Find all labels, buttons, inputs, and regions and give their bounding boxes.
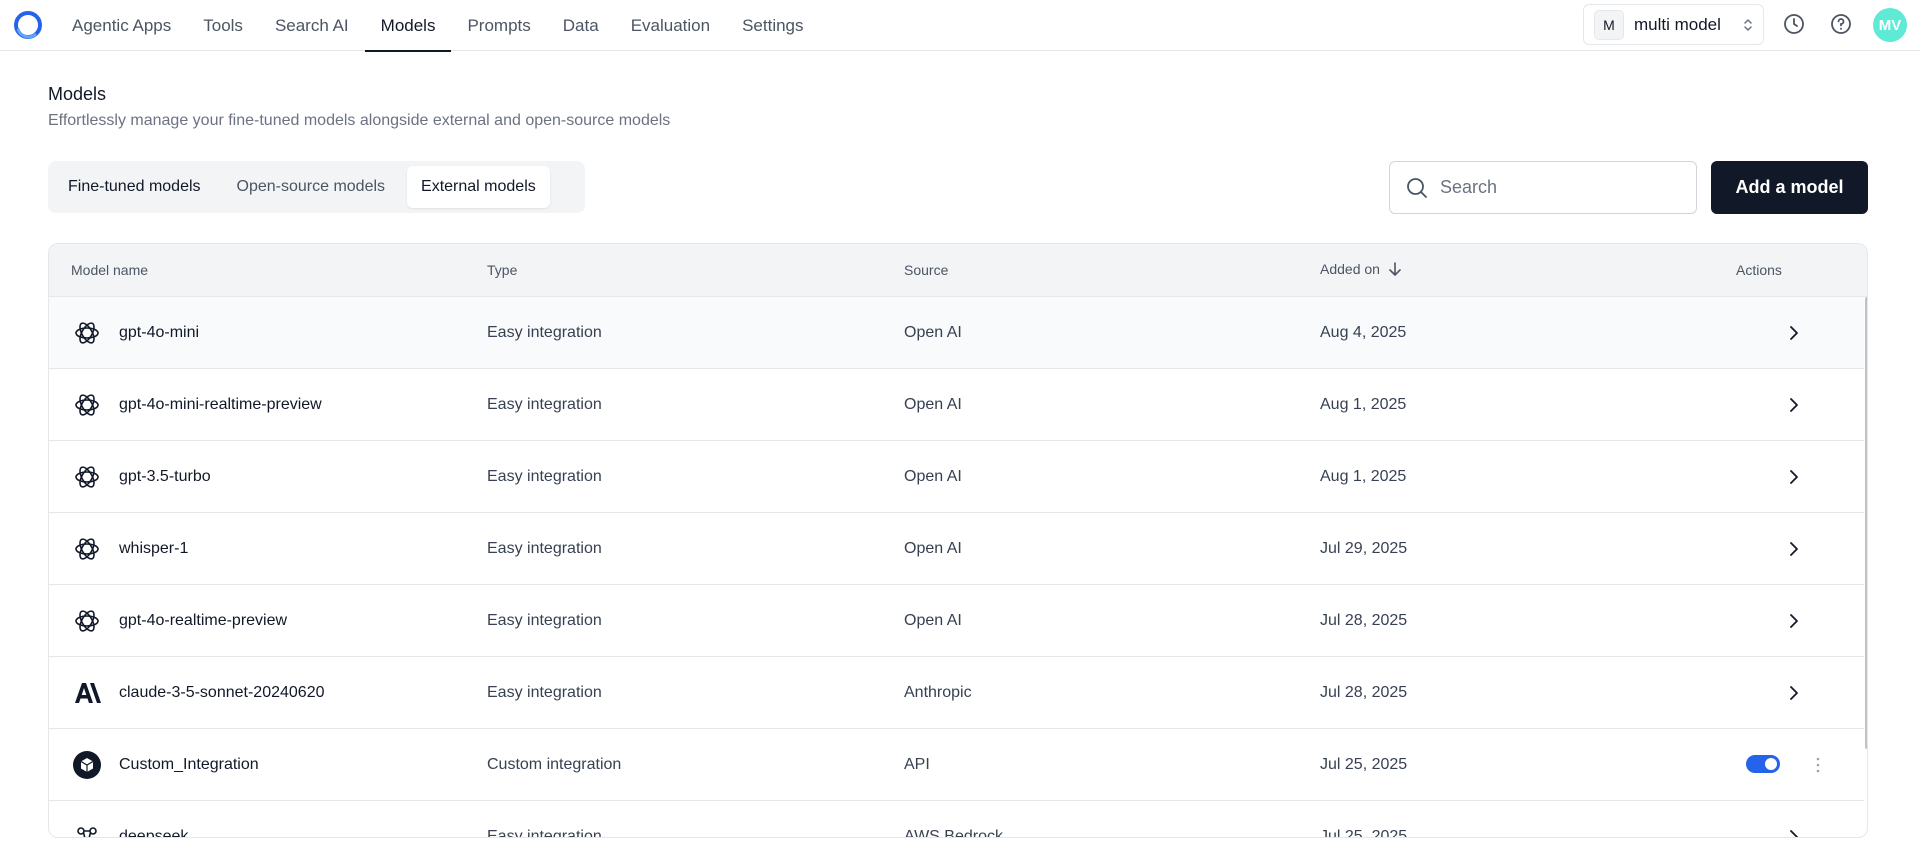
chevron-right-icon[interactable] <box>1784 611 1804 631</box>
tab-external-models[interactable]: External models <box>407 166 550 208</box>
source-cell: Open AI <box>904 468 962 485</box>
custom-api-icon <box>73 751 101 779</box>
header-source: Source <box>904 262 949 278</box>
table-body: gpt-4o-mini Easy integration Open AI Aug 4,… <box>49 297 1864 838</box>
model-name-cell[interactable]: gpt-4o-mini <box>119 297 199 369</box>
source-cell: Open AI <box>904 396 962 413</box>
model-name-cell[interactable]: gpt-4o-realtime-preview <box>119 585 287 657</box>
search-box[interactable] <box>1389 161 1697 214</box>
enable-toggle[interactable] <box>1746 755 1780 773</box>
workspace-badge: M <box>1594 9 1624 40</box>
openai-icon <box>75 394 99 416</box>
header-added-on-label: Added on <box>1320 261 1380 277</box>
type-cell: Easy integration <box>487 612 602 629</box>
more-options-icon[interactable] <box>1808 755 1828 775</box>
source-cell: Open AI <box>904 612 962 629</box>
type-cell: Easy integration <box>487 684 602 701</box>
header-model-name: Model name <box>71 262 149 278</box>
sort-arrow-down-icon <box>1389 262 1401 276</box>
search-icon <box>1407 177 1427 198</box>
chevron-right-icon[interactable] <box>1784 683 1804 703</box>
model-type-tabs: Fine-tuned models Open-source models Ext… <box>48 161 585 213</box>
nav-item-agentic-apps[interactable]: Agentic Apps <box>56 0 187 51</box>
table-row[interactable]: Custom_Integration Custom integration API J… <box>49 729 1864 801</box>
table-row[interactable]: whisper-1 Easy integration Open AI Jul 29, … <box>49 513 1864 585</box>
source-cell: Open AI <box>904 540 962 557</box>
nav-item-prompts[interactable]: Prompts <box>451 0 546 51</box>
chevron-right-icon[interactable] <box>1784 467 1804 487</box>
nav-item-models[interactable]: Models <box>364 0 452 52</box>
source-cell: AWS Bedrock <box>904 828 1003 838</box>
main-nav: Agentic Apps Tools Search AI Models Prom… <box>56 0 820 52</box>
models-table: Model name Type Source Added on Actions … <box>48 243 1868 838</box>
table-row[interactable]: claude-3-5-sonnet-20240620 Easy integrati… <box>49 657 1864 729</box>
app-logo-icon[interactable] <box>14 11 42 39</box>
type-cell: Custom integration <box>487 756 622 773</box>
added-on-cell: Jul 28, 2025 <box>1320 684 1408 701</box>
table-row[interactable]: gpt-4o-mini Easy integration Open AI Aug 4,… <box>49 297 1864 369</box>
added-on-cell: Aug 1, 2025 <box>1320 468 1407 485</box>
chevron-right-icon[interactable] <box>1784 323 1804 343</box>
header-added-on[interactable]: Added on <box>1320 261 1402 277</box>
add-model-button[interactable]: Add a model <box>1711 161 1868 214</box>
model-name-cell[interactable]: whisper-1 <box>119 513 188 585</box>
top-nav-bar: Agentic Apps Tools Search AI Models Prom… <box>0 0 1920 52</box>
chevron-up-down-icon <box>1744 18 1752 31</box>
chevron-right-icon[interactable] <box>1784 827 1804 838</box>
added-on-cell: Aug 4, 2025 <box>1320 324 1407 341</box>
model-name-cell[interactable]: gpt-4o-mini-realtime-preview <box>119 369 322 441</box>
tab-open-source-models[interactable]: Open-source models <box>223 166 400 208</box>
page-subtitle: Effortlessly manage your fine-tuned mode… <box>48 112 671 129</box>
added-on-cell: Aug 1, 2025 <box>1320 396 1407 413</box>
added-on-cell: Jul 25, 2025 <box>1320 756 1408 773</box>
source-cell: API <box>904 756 930 773</box>
search-input[interactable] <box>1440 177 1680 198</box>
nav-item-evaluation[interactable]: Evaluation <box>615 0 726 51</box>
table-row[interactable]: gpt-3.5-turbo Easy integration Open AI Aug … <box>49 441 1864 513</box>
added-on-cell: Jul 29, 2025 <box>1320 540 1408 557</box>
chevron-right-icon[interactable] <box>1784 539 1804 559</box>
help-icon[interactable] <box>1829 12 1853 36</box>
openai-icon <box>75 610 99 632</box>
model-name-cell[interactable]: Custom_Integration <box>119 729 259 801</box>
page-title: Models <box>48 84 107 104</box>
aws-bedrock-icon <box>77 827 97 837</box>
history-clock-icon[interactable] <box>1782 12 1806 36</box>
table-row[interactable]: deepseek Easy integration AWS Bedrock Jul 2… <box>49 801 1864 838</box>
source-cell: Open AI <box>904 324 962 341</box>
table-scrollbar[interactable] <box>1864 297 1867 837</box>
model-name-cell[interactable]: deepseek <box>119 801 188 837</box>
type-cell: Easy integration <box>487 396 602 413</box>
table-row[interactable]: gpt-4o-realtime-preview Easy integration O… <box>49 585 1864 657</box>
openai-icon <box>75 322 99 344</box>
workspace-name: multi model <box>1634 14 1721 34</box>
openai-icon <box>75 538 99 560</box>
header-actions: Actions <box>1736 262 1782 278</box>
table-header: Model name Type Source Added on Actions <box>49 244 1867 297</box>
type-cell: Easy integration <box>487 540 602 557</box>
user-avatar[interactable]: MV <box>1873 8 1907 42</box>
type-cell: Easy integration <box>487 468 602 485</box>
nav-item-search-ai[interactable]: Search AI <box>259 0 365 51</box>
tab-fine-tuned-models[interactable]: Fine-tuned models <box>54 166 215 208</box>
nav-item-settings[interactable]: Settings <box>726 0 819 51</box>
table-row[interactable]: gpt-4o-mini-realtime-preview Easy integra… <box>49 369 1864 441</box>
type-cell: Easy integration <box>487 324 602 341</box>
anthropic-icon <box>75 683 101 703</box>
source-cell: Anthropic <box>904 684 972 701</box>
header-type: Type <box>487 262 518 278</box>
type-cell: Easy integration <box>487 828 602 838</box>
nav-item-tools[interactable]: Tools <box>187 0 259 51</box>
model-name-cell[interactable]: gpt-3.5-turbo <box>119 441 211 513</box>
chevron-right-icon[interactable] <box>1784 395 1804 415</box>
added-on-cell: Jul 28, 2025 <box>1320 612 1408 629</box>
added-on-cell: Jul 25, 2025 <box>1320 828 1408 838</box>
nav-item-data[interactable]: Data <box>547 0 615 51</box>
model-name-cell[interactable]: claude-3-5-sonnet-20240620 <box>119 657 324 729</box>
workspace-selector[interactable]: M multi model <box>1583 4 1764 45</box>
openai-icon <box>75 466 99 488</box>
scrollbar-thumb[interactable] <box>1865 297 1867 749</box>
